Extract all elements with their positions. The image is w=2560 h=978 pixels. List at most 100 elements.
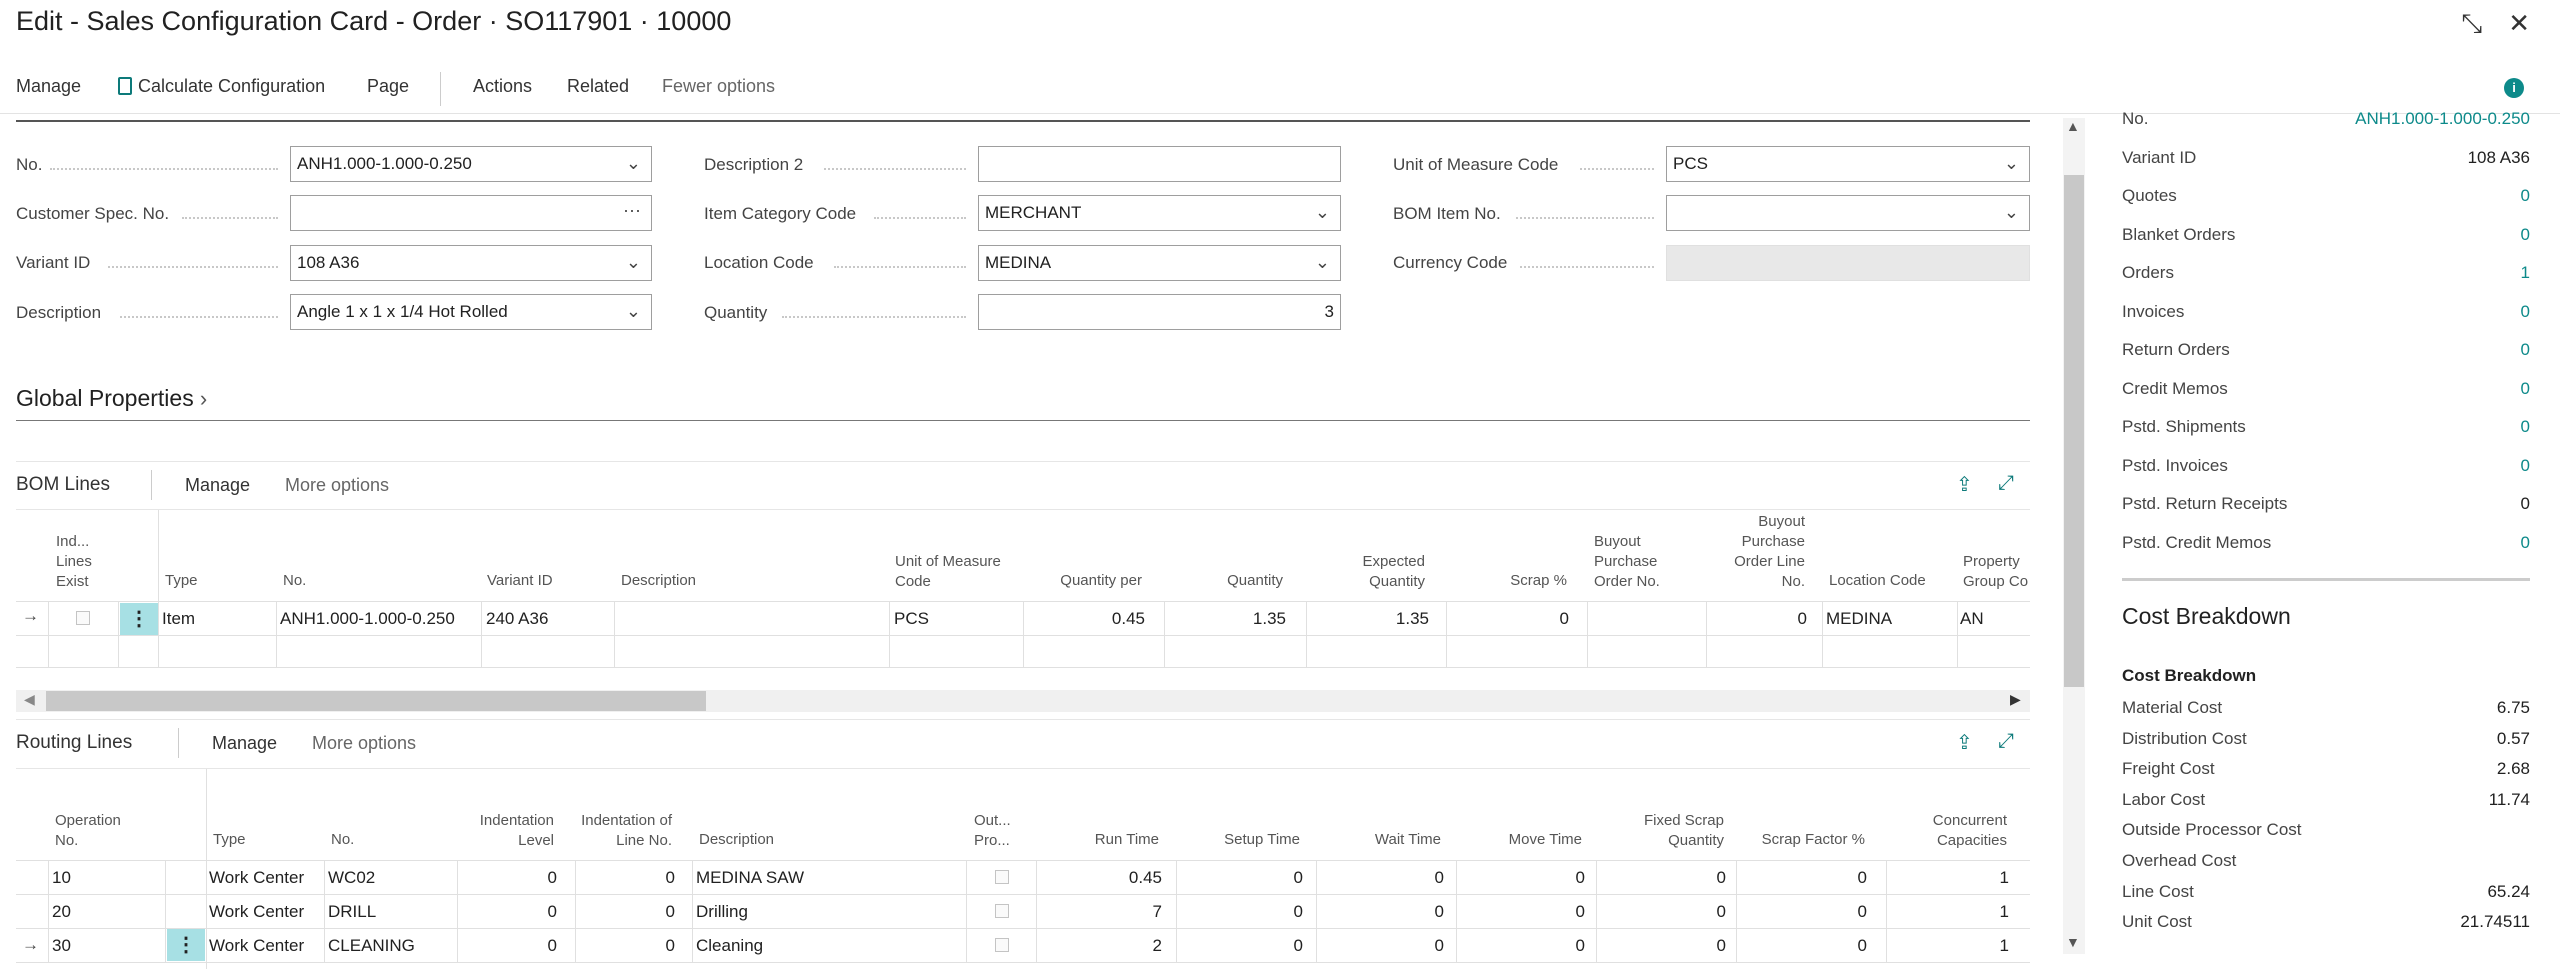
chevron-down-icon[interactable]: ⌄ [626, 252, 641, 273]
col-uom[interactable]: Unit of Measure Code [895, 552, 1010, 592]
routing-concurrent[interactable]: 1 [1900, 868, 2009, 888]
routing-fixed-scrap[interactable]: 0 [1600, 868, 1726, 888]
share-icon[interactable]: ⇪ [1956, 472, 1973, 497]
col-operation-no[interactable]: Operation No. [55, 811, 135, 851]
bom-location[interactable]: MEDINA [1826, 609, 1892, 629]
routing-no[interactable]: CLEANING [328, 936, 415, 956]
routing-setup-time[interactable]: 0 [1180, 936, 1303, 956]
routing-description[interactable]: Drilling [696, 902, 748, 922]
col-wait-time[interactable]: Wait Time [1320, 830, 1441, 850]
factbox-value[interactable]: 0 [2521, 302, 2530, 322]
bom-scrap[interactable]: 0 [1450, 609, 1569, 629]
scroll-right-icon[interactable]: ▶ [2010, 691, 2021, 708]
bom-item-field[interactable]: ⌄ [1666, 195, 2030, 231]
info-icon[interactable]: i [2504, 78, 2524, 98]
manage-menu[interactable]: Manage [16, 76, 81, 97]
bom-manage-menu[interactable]: Manage [185, 475, 250, 496]
more-icon[interactable]: ··· [623, 200, 641, 221]
description-field[interactable]: Angle 1 x 1 x 1/4 Hot Rolled ⌄ [290, 294, 652, 330]
col-setup-time[interactable]: Setup Time [1180, 830, 1300, 850]
no-field[interactable]: ANH1.000-1.000-0.250 ⌄ [290, 146, 652, 182]
uom-field[interactable]: PCS ⌄ [1666, 146, 2030, 182]
variant-id-field[interactable]: 108 A36 ⌄ [290, 245, 652, 281]
routing-move-time[interactable]: 0 [1460, 936, 1585, 956]
bom-buyout-po-line[interactable]: 0 [1710, 609, 1807, 629]
routing-wait-time[interactable]: 0 [1320, 902, 1444, 922]
col-buyout-po[interactable]: Buyout Purchase Order No. [1594, 532, 1694, 592]
description-2-field[interactable] [978, 146, 1341, 182]
col-expected-quantity[interactable]: Expected Quantity [1330, 552, 1425, 592]
col-description[interactable]: Description [699, 830, 774, 850]
routing-indent-level[interactable]: 0 [460, 902, 557, 922]
factbox-value[interactable]: 0 [2521, 340, 2530, 360]
routing-type[interactable]: Work Center [209, 902, 304, 922]
scroll-up-icon[interactable]: ▲ [2066, 118, 2080, 134]
main-scrollbar-thumb[interactable] [2064, 175, 2084, 687]
scroll-left-icon[interactable]: ◀ [24, 691, 35, 708]
factbox-value[interactable]: 0 [2521, 379, 2530, 399]
factbox-value[interactable]: 0 [2521, 456, 2530, 476]
routing-wait-time[interactable]: 0 [1320, 868, 1444, 888]
row-actions-button[interactable]: ⋮ [120, 603, 158, 635]
bom-variant[interactable]: 240 A36 [486, 609, 548, 629]
bom-scrollbar-thumb[interactable] [46, 691, 706, 711]
routing-scrap-factor[interactable]: 0 [1740, 936, 1867, 956]
routing-indent-line[interactable]: 0 [580, 868, 675, 888]
bom-qty[interactable]: 1.35 [1170, 609, 1286, 629]
routing-scrap-factor[interactable]: 0 [1740, 868, 1867, 888]
col-scrap-factor[interactable]: Scrap Factor % [1740, 830, 1865, 850]
col-variant-id[interactable]: Variant ID [487, 571, 553, 591]
col-quantity-per[interactable]: Quantity per [1030, 571, 1142, 591]
col-indentation-level[interactable]: Indentation Level [460, 811, 554, 851]
scroll-down-icon[interactable]: ▼ [2066, 934, 2080, 950]
col-indentation-line[interactable]: Indentation of Line No. [580, 811, 672, 851]
routing-description[interactable]: Cleaning [696, 936, 763, 956]
col-description[interactable]: Description [621, 571, 696, 591]
close-icon[interactable]: ✕ [2508, 8, 2530, 40]
bom-more-options[interactable]: More options [285, 475, 389, 496]
factbox-value[interactable]: 0 [2521, 225, 2530, 245]
col-no[interactable]: No. [283, 571, 306, 591]
routing-fixed-scrap[interactable]: 0 [1600, 902, 1726, 922]
routing-move-time[interactable]: 0 [1460, 868, 1585, 888]
routing-more-options[interactable]: More options [312, 733, 416, 754]
customer-spec-field[interactable]: ··· [290, 195, 652, 231]
bom-expected-qty[interactable]: 1.35 [1310, 609, 1429, 629]
routing-indent-line[interactable]: 0 [580, 936, 675, 956]
factbox-value[interactable]: 0 [2521, 186, 2530, 206]
page-menu[interactable]: Page [367, 76, 409, 97]
routing-concurrent[interactable]: 1 [1900, 902, 2009, 922]
col-quantity[interactable]: Quantity [1170, 571, 1283, 591]
col-property-group[interactable]: Property Group Co [1963, 552, 2033, 592]
routing-concurrent[interactable]: 1 [1900, 936, 2009, 956]
global-properties-header[interactable]: Global Properties › [16, 385, 207, 412]
col-type[interactable]: Type [213, 830, 246, 850]
ind-lines-checkbox[interactable] [76, 611, 90, 625]
routing-run-time[interactable]: 7 [1040, 902, 1162, 922]
col-type[interactable]: Type [165, 571, 198, 591]
expand-icon[interactable]: ⤢ [1998, 472, 2014, 495]
col-fixed-scrap-qty[interactable]: Fixed Scrap Quantity [1600, 811, 1724, 851]
routing-manage-menu[interactable]: Manage [212, 733, 277, 754]
factbox-value[interactable]: 1 [2521, 263, 2530, 283]
col-move-time[interactable]: Move Time [1460, 830, 1582, 850]
quantity-field[interactable]: 3 [978, 294, 1341, 330]
bom-type[interactable]: Item [162, 609, 195, 629]
out-pro-checkbox[interactable] [995, 938, 1009, 952]
out-pro-checkbox[interactable] [995, 904, 1009, 918]
routing-fixed-scrap[interactable]: 0 [1600, 936, 1726, 956]
item-category-field[interactable]: MERCHANT ⌄ [978, 195, 1341, 231]
chevron-down-icon[interactable]: ⌄ [1315, 252, 1330, 273]
routing-scrap-factor[interactable]: 0 [1740, 902, 1867, 922]
bom-property-group[interactable]: AN [1960, 609, 1984, 629]
routing-indent-level[interactable]: 0 [460, 868, 557, 888]
routing-type[interactable]: Work Center [209, 868, 304, 888]
routing-no[interactable]: WC02 [328, 868, 375, 888]
chevron-down-icon[interactable]: ⌄ [2004, 202, 2019, 223]
col-location-code[interactable]: Location Code [1829, 571, 1926, 591]
chevron-down-icon[interactable]: ⌄ [1315, 202, 1330, 223]
bom-qty-per[interactable]: 0.45 [1030, 609, 1145, 629]
routing-setup-time[interactable]: 0 [1180, 902, 1303, 922]
col-concurrent-capacities[interactable]: Concurrent Capacities [1900, 811, 2007, 851]
factbox-value[interactable]: 0 [2521, 533, 2530, 553]
